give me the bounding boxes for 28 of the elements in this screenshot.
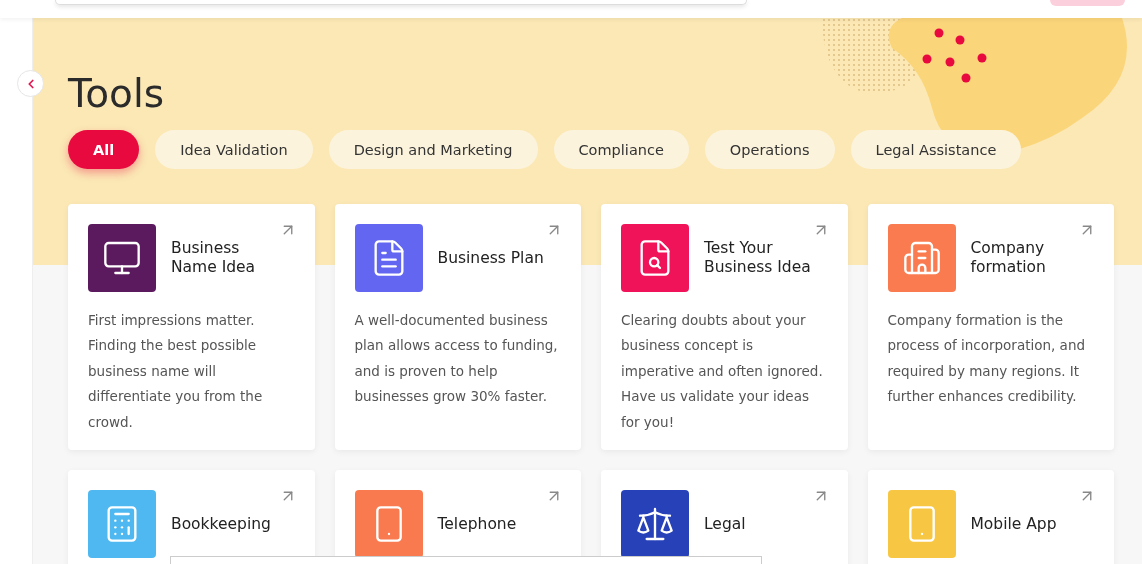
card-title: Business Name Idea: [171, 239, 257, 277]
tool-card[interactable]: Legal: [601, 470, 848, 564]
card-title: Test Your Business Idea: [704, 239, 812, 277]
filter-tab[interactable]: Compliance: [553, 130, 689, 169]
card-description: First impressions matter. Finding the best possible business name will differentiate you from the crowd.: [88, 311, 264, 432]
card-title: Bookkeeping: [171, 514, 272, 534]
card-description: Company formation is the process of incorporation, and required by many regions. It further enhances credibility.: [887, 311, 1086, 407]
header-button[interactable]: [1050, 0, 1125, 6]
card-title: Company formation: [970, 239, 1047, 277]
tool-card[interactable]: Business Plan A well-documented business plan allows access to funding, and is proven to help businesses grow 30% faster.: [334, 204, 581, 450]
filter-tab[interactable]: All: [68, 130, 140, 169]
tool-card[interactable]: Business Name Idea First impressions matter. Finding the best possible business name will differentiate you from the crowd.: [68, 204, 315, 450]
tool-card[interactable]: Company formation Company formation is the process of incorporation, and required by many regions. It further enhances credibility.: [867, 204, 1114, 450]
tool-card[interactable]: Bookkeeping: [68, 470, 315, 564]
filter-tab[interactable]: Idea Validation: [155, 130, 313, 169]
filter-tab[interactable]: Operations: [704, 130, 835, 169]
tool-card[interactable]: Test Your Business Idea Clearing doubts about your business concept is imperative and often ignored. Have us validate your ideas for you!: [601, 204, 848, 450]
card-title: Telephone: [437, 514, 518, 534]
card-title: Mobile App: [970, 514, 1058, 534]
search-field[interactable]: [55, 0, 747, 5]
card-title: Legal: [704, 514, 747, 534]
card-description: A well-documented business plan allows access to funding, and is proven to help businesses grow 30% faster.: [354, 311, 559, 407]
card-description: Clearing doubts about your business concept is imperative and often ignored. Have us validate your ideas for you!: [621, 311, 824, 432]
filter-tab[interactable]: Legal Assistance: [850, 130, 1022, 169]
tool-card[interactable]: Mobile App: [867, 470, 1114, 564]
page-title: Tools: [68, 70, 166, 118]
filter-tab[interactable]: Design and Marketing: [328, 130, 538, 169]
card-title: Business Plan: [437, 248, 545, 268]
